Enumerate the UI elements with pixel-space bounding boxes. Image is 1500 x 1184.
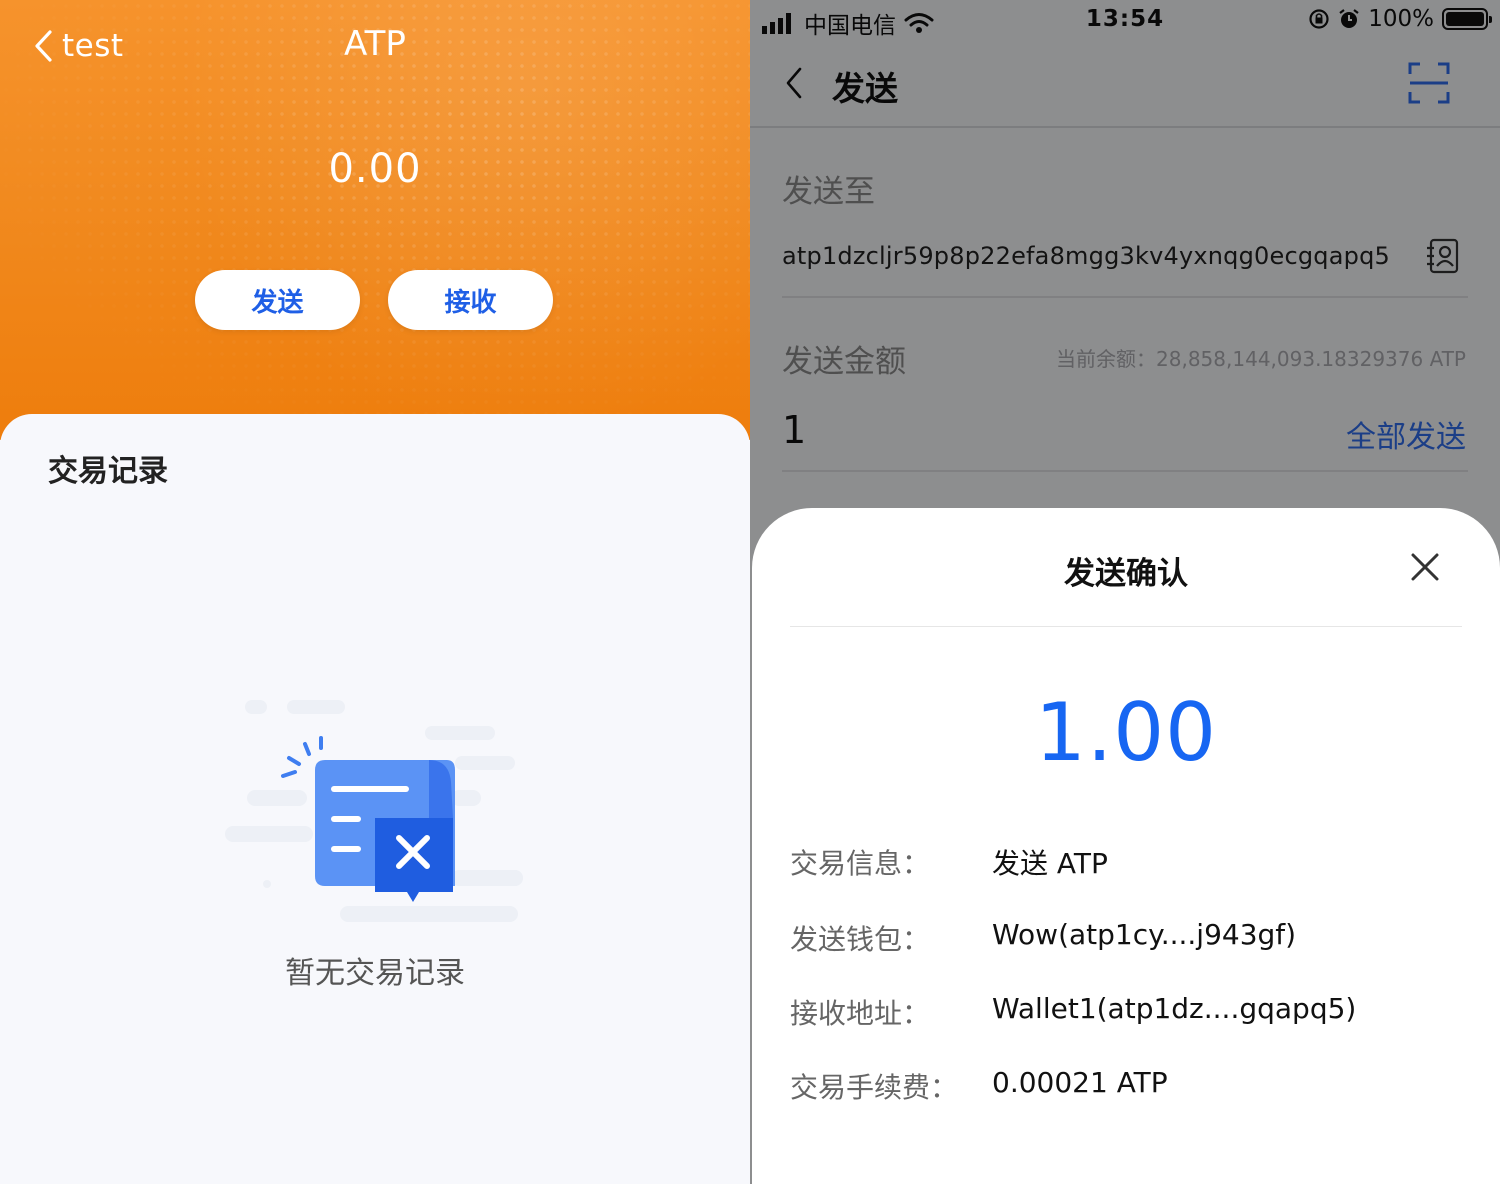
dialog-divider — [790, 626, 1462, 627]
close-icon[interactable] — [1410, 552, 1440, 582]
info-label: 交易信息： — [790, 847, 931, 880]
empty-records-text: 暂无交易记录 — [285, 956, 465, 991]
receive-button[interactable]: 接收 — [388, 270, 553, 330]
wallet-asset-screen: test ATP 0.00 发送 接收 交易记录 暂无交易记录 — [0, 0, 750, 1184]
asset-title: ATP — [344, 24, 406, 64]
info-value: Wallet1(atp1dz....gqapq5) — [992, 992, 1357, 1025]
info-row-fee: 交易手续费： 0.00021 ATP — [790, 1066, 1470, 1106]
dialog-title: 发送确认 — [1064, 556, 1188, 592]
info-row-from-wallet: 发送钱包： Wow(atp1cy....j943gf) — [790, 918, 1470, 958]
asset-header: test ATP 0.00 发送 接收 — [0, 0, 750, 440]
send-screen: 中国电信 13:54 100% 发送 发送至 atp1dzcljr59p8p22… — [750, 0, 1500, 1184]
info-row-transaction: 交易信息： 发送 ATP — [790, 842, 1470, 882]
empty-records-icon — [225, 700, 523, 922]
info-value: Wow(atp1cy....j943gf) — [992, 918, 1297, 951]
asset-balance: 0.00 — [328, 146, 422, 192]
confirm-amount: 1.00 — [1034, 686, 1218, 779]
send-confirm-dialog: 发送确认 1.00 交易信息： 发送 ATP 发送钱包： Wow(atp1cy.… — [752, 508, 1500, 1184]
send-button[interactable]: 发送 — [195, 270, 360, 330]
info-value: 发送 ATP — [992, 847, 1108, 880]
info-value: 0.00021 ATP — [992, 1066, 1168, 1099]
info-label: 接收地址： — [790, 997, 931, 1030]
info-label: 交易手续费： — [790, 1071, 959, 1104]
records-title: 交易记录 — [48, 454, 168, 489]
info-row-to-address: 接收地址： Wallet1(atp1dz....gqapq5) — [790, 992, 1470, 1032]
info-label: 发送钱包： — [790, 923, 931, 956]
